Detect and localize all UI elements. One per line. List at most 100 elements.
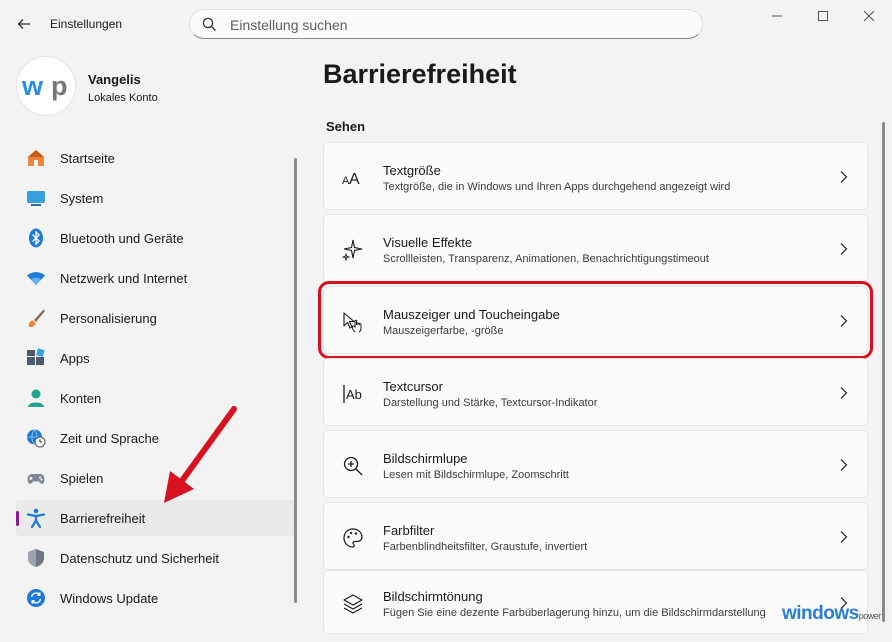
sidebar-item-label: Windows Update (60, 591, 159, 606)
card-subtitle: Darstellung und Stärke, Textcursor-Indik… (383, 397, 598, 409)
card-subtitle: Lesen mit Bildschirmlupe, Zoomschritt (383, 469, 569, 481)
card-textgroesse[interactable]: A A Textgröße Textgröße, die in Windows … (323, 142, 868, 210)
maximize-button[interactable] (800, 0, 846, 32)
sidebar-nav: Startseite System Bluetooth und Geräte N… (16, 140, 296, 620)
search-icon (202, 17, 216, 31)
magnifier-icon (343, 456, 363, 476)
chevron-right-icon (840, 243, 848, 255)
back-button[interactable] (10, 10, 38, 38)
close-icon (864, 11, 874, 21)
brush-icon (28, 309, 45, 328)
card-mauszeiger-toucheingabe[interactable]: Mauszeiger und Toucheingabe Mauszeigerfa… (318, 281, 873, 359)
sidebar-item-label: Datenschutz und Sicherheit (60, 551, 219, 566)
svg-text:A: A (349, 171, 360, 188)
sidebar-item-windows-update[interactable]: Windows Update (16, 580, 296, 616)
card-subtitle: Farbenblindheitsfilter, Graustufe, inver… (383, 541, 588, 553)
sidebar-item-label: System (60, 191, 104, 206)
svg-text:w: w (21, 71, 44, 101)
sidebar-item-label: Bluetooth und Geräte (60, 231, 184, 246)
chevron-right-icon (840, 387, 848, 399)
watermark-logo: windowspower (782, 603, 881, 625)
card-title: Bildschirmtönung (383, 589, 483, 604)
minimize-icon (772, 15, 782, 17)
sidebar-item-personalisierung[interactable]: Personalisierung (16, 300, 296, 336)
person-icon (28, 389, 44, 407)
sidebar-item-label: Konten (60, 391, 102, 406)
sidebar-item-bluetooth[interactable]: Bluetooth und Geräte (16, 220, 296, 256)
card-subtitle: Fügen Sie eine dezente Farbüberlagerung … (383, 607, 766, 619)
sidebar-item-label: Zeit und Sprache (60, 431, 160, 446)
text-size-icon: A A (342, 171, 360, 188)
card-title: Textcursor (383, 379, 443, 394)
svg-text:Ab: Ab (346, 387, 362, 402)
watermark-suffix: power (858, 611, 882, 621)
card-subtitle: Mauszeigerfarbe, -größe (383, 325, 504, 337)
sidebar-item-system[interactable]: System (16, 180, 296, 216)
avatar: w p (16, 56, 76, 116)
card-textcursor[interactable]: Ab Textcursor Darstellung und Stärke, Te… (323, 358, 868, 426)
sidebar-item-konten[interactable]: Konten (16, 380, 296, 416)
sidebar-item-startseite[interactable]: Startseite (16, 140, 296, 176)
maximize-icon (818, 11, 828, 21)
sidebar-item-label: Startseite (60, 151, 115, 166)
monitor-icon (27, 191, 45, 206)
card-subtitle: Textgröße, die in Windows und Ihren Apps… (383, 181, 731, 193)
content-scrollbar[interactable] (882, 122, 885, 622)
wifi-icon (27, 272, 45, 285)
chevron-right-icon (840, 459, 848, 471)
close-button[interactable] (846, 0, 892, 32)
settings-card-list: A A Textgröße Textgröße, die in Windows … (318, 142, 873, 642)
sidebar-item-label: Spielen (60, 471, 104, 486)
sidebar-item-netzwerk[interactable]: Netzwerk und Internet (16, 260, 296, 296)
update-icon (27, 589, 45, 607)
chevron-right-icon (840, 531, 848, 543)
title-bar: Einstellungen (0, 0, 892, 48)
card-title: Textgröße (383, 163, 441, 178)
page-title: Barrierefreiheit (323, 59, 517, 89)
sidebar-item-label: Apps (60, 351, 90, 366)
sidebar-item-label: Netzwerk und Internet (60, 271, 188, 286)
minimize-button[interactable] (754, 0, 800, 32)
watermark-text: windows (782, 603, 859, 624)
card-subtitle: Scrollleisten, Transparenz, Animationen,… (383, 253, 709, 265)
annotation-arrow-icon (164, 406, 237, 503)
layers-icon (343, 594, 363, 614)
app-title: Einstellungen (50, 17, 123, 31)
palette-icon (343, 528, 363, 548)
section-title: Sehen (326, 119, 366, 134)
sparkle-icon (342, 239, 363, 261)
sidebar-item-apps[interactable]: Apps (16, 340, 296, 376)
shield-icon (28, 549, 44, 567)
svg-text:p: p (51, 71, 68, 101)
search-box[interactable] (189, 9, 703, 39)
avatar-logo: w p (21, 71, 68, 101)
sidebar-item-datenschutz[interactable]: Datenschutz und Sicherheit (16, 540, 296, 576)
sidebar-item-label: Barrierefreiheit (60, 511, 146, 526)
user-name: Vangelis (88, 72, 141, 87)
card-title: Mauszeiger und Toucheingabe (383, 307, 560, 322)
sidebar-item-spielen[interactable]: Spielen (16, 460, 296, 496)
sidebar-item-zeit-sprache[interactable]: Zeit und Sprache (16, 420, 296, 456)
chevron-right-icon (840, 315, 848, 327)
bluetooth-icon (29, 228, 43, 248)
chevron-right-icon (840, 171, 848, 183)
card-farbfilter[interactable]: Farbfilter Farbenblindheitsfilter, Graus… (323, 502, 868, 570)
pointer-touch-icon (343, 312, 362, 333)
search-input[interactable] (228, 14, 692, 36)
apps-icon (27, 348, 45, 365)
card-visuelle-effekte[interactable]: Visuelle Effekte Scrollleisten, Transpar… (323, 214, 868, 282)
account-type: Lokales Konto (88, 92, 158, 104)
card-title: Bildschirmlupe (383, 451, 468, 466)
active-indicator (16, 511, 19, 526)
gamepad-icon (27, 474, 45, 484)
accessibility-icon (26, 508, 46, 528)
sidebar-item-barrierefreiheit[interactable]: Barrierefreiheit (16, 500, 296, 536)
globe-clock-icon (27, 429, 46, 448)
text-cursor-icon: Ab (343, 385, 362, 403)
sidebar-item-label: Personalisierung (60, 311, 157, 326)
back-arrow-icon (17, 19, 30, 29)
card-title: Farbfilter (383, 523, 435, 538)
sidebar-scrollbar[interactable] (294, 158, 297, 603)
home-icon (28, 150, 44, 166)
card-bildschirmlupe[interactable]: Bildschirmlupe Lesen mit Bildschirmlupe,… (323, 430, 868, 498)
